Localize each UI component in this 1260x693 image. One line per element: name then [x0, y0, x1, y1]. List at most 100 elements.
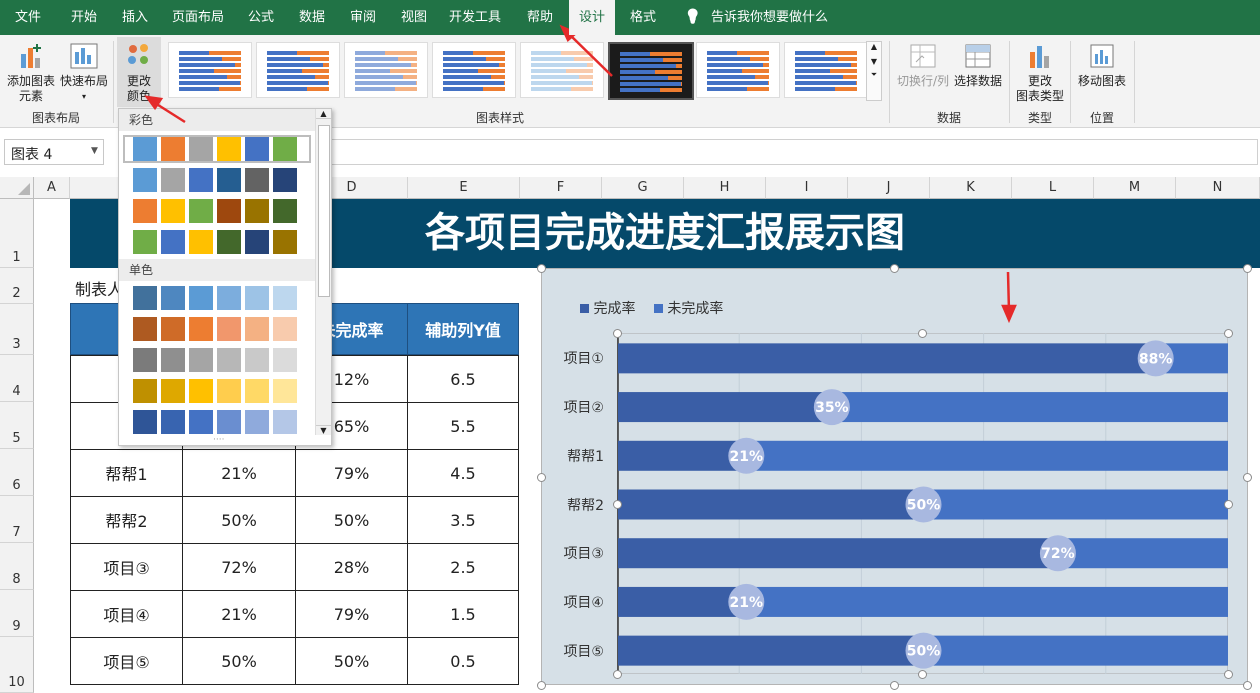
- row-header-9[interactable]: 9: [0, 590, 34, 637]
- resize-handle[interactable]: [1224, 670, 1233, 679]
- chart-style-thumbnail[interactable]: [168, 42, 252, 98]
- tell-me-search[interactable]: 告诉我你想要做什么: [711, 0, 828, 35]
- chart-legend[interactable]: 完成率 未完成率: [580, 298, 723, 318]
- resize-handle[interactable]: [1243, 681, 1252, 690]
- table-cell[interactable]: 50%: [295, 496, 408, 544]
- tab-12[interactable]: 格式: [615, 0, 671, 35]
- name-box[interactable]: 图表 4 ▼: [4, 139, 104, 165]
- chevron-down-icon[interactable]: ▼: [867, 57, 881, 66]
- column-header-K[interactable]: K: [930, 177, 1012, 199]
- row-header-4[interactable]: 4: [0, 355, 34, 402]
- color-swatch[interactable]: [217, 230, 241, 254]
- table-cell[interactable]: 项目③: [70, 543, 183, 591]
- plot-area[interactable]: 88% 35% 21% 50% 72% 21% 50%: [617, 333, 1228, 674]
- color-swatch[interactable]: [245, 348, 269, 372]
- color-swatch[interactable]: [245, 379, 269, 403]
- select-all-corner[interactable]: [0, 177, 34, 199]
- chevron-down-icon[interactable]: ▼: [316, 425, 331, 435]
- chart-style-thumbnail[interactable]: [344, 42, 428, 98]
- color-swatch[interactable]: [161, 317, 185, 341]
- row-header-3[interactable]: 3: [0, 304, 34, 355]
- table-cell[interactable]: 28%: [295, 543, 408, 591]
- tab-1[interactable]: 文件: [0, 0, 56, 35]
- column-header-H[interactable]: H: [684, 177, 766, 199]
- color-swatch[interactable]: [133, 410, 157, 434]
- color-swatch[interactable]: [133, 286, 157, 310]
- color-swatch[interactable]: [189, 168, 213, 192]
- row-header-7[interactable]: 7: [0, 496, 34, 543]
- table-cell[interactable]: 79%: [295, 590, 408, 638]
- resize-handle[interactable]: [537, 473, 546, 482]
- color-swatch[interactable]: [245, 230, 269, 254]
- select-data-button[interactable]: 选择数据: [952, 42, 1004, 89]
- color-swatch[interactable]: [161, 348, 185, 372]
- color-swatch[interactable]: [217, 410, 241, 434]
- color-swatch[interactable]: [273, 410, 297, 434]
- color-swatch[interactable]: [161, 137, 185, 161]
- chart-style-thumbnail[interactable]: [432, 42, 516, 98]
- color-swatch[interactable]: [217, 199, 241, 223]
- color-swatch[interactable]: [189, 348, 213, 372]
- resize-grip-icon[interactable]: ····: [213, 435, 224, 445]
- tab-3[interactable]: 插入: [112, 0, 158, 35]
- chevron-up-icon[interactable]: ▲: [316, 109, 331, 119]
- table-cell[interactable]: 6.5: [407, 355, 519, 403]
- tab-7[interactable]: 审阅: [340, 0, 386, 35]
- color-swatch[interactable]: [189, 137, 213, 161]
- table-cell[interactable]: 79%: [295, 449, 408, 497]
- row-header-10[interactable]: 10: [0, 637, 34, 693]
- column-header-G[interactable]: G: [602, 177, 684, 199]
- color-swatch[interactable]: [189, 410, 213, 434]
- color-swatch[interactable]: [273, 317, 297, 341]
- scrollbar-thumb[interactable]: [318, 125, 330, 297]
- table-cell[interactable]: 项目④: [70, 590, 183, 638]
- column-header-J[interactable]: J: [848, 177, 930, 199]
- color-swatch[interactable]: [189, 286, 213, 310]
- color-swatch[interactable]: [189, 317, 213, 341]
- color-swatch[interactable]: [133, 348, 157, 372]
- color-swatch[interactable]: [273, 230, 297, 254]
- color-swatch[interactable]: [245, 286, 269, 310]
- color-swatch[interactable]: [217, 168, 241, 192]
- table-cell[interactable]: 50%: [182, 637, 296, 685]
- color-swatch[interactable]: [161, 199, 185, 223]
- color-swatch[interactable]: [133, 168, 157, 192]
- chart-style-thumbnail[interactable]: [608, 42, 694, 100]
- resize-handle[interactable]: [1243, 473, 1252, 482]
- table-cell[interactable]: 帮帮2: [70, 496, 183, 544]
- table-cell[interactable]: 0.5: [407, 637, 519, 685]
- column-header-N[interactable]: N: [1176, 177, 1260, 199]
- row-header-1[interactable]: 1: [0, 199, 34, 268]
- chevron-up-icon[interactable]: ▲: [867, 42, 881, 51]
- color-swatch[interactable]: [273, 379, 297, 403]
- resize-handle[interactable]: [1224, 500, 1233, 509]
- chart-style-thumbnail[interactable]: [784, 42, 868, 98]
- table-cell[interactable]: 50%: [182, 496, 296, 544]
- resize-handle[interactable]: [1224, 329, 1233, 338]
- row-header-5[interactable]: 5: [0, 402, 34, 449]
- resize-handle[interactable]: [1243, 264, 1252, 273]
- color-swatch[interactable]: [217, 379, 241, 403]
- table-cell[interactable]: 72%: [182, 543, 296, 591]
- table-cell[interactable]: 21%: [182, 590, 296, 638]
- gallery-scroll[interactable]: ▲ ▼ ⏷: [866, 41, 882, 101]
- color-swatch[interactable]: [217, 317, 241, 341]
- row-header-8[interactable]: 8: [0, 543, 34, 590]
- tab-5[interactable]: 公式: [238, 0, 284, 35]
- color-swatch[interactable]: [245, 199, 269, 223]
- move-chart-button[interactable]: 移动图表: [1074, 42, 1130, 89]
- change-chart-type-button[interactable]: 更改 图表类型: [1013, 42, 1067, 104]
- table-cell[interactable]: 50%: [295, 637, 408, 685]
- column-header-E[interactable]: E: [408, 177, 520, 199]
- tab-6[interactable]: 数据: [284, 0, 340, 35]
- table-cell[interactable]: 帮帮1: [70, 449, 183, 497]
- tab-10[interactable]: 帮助: [514, 0, 566, 35]
- color-swatch[interactable]: [161, 410, 185, 434]
- resize-handle[interactable]: [890, 264, 899, 273]
- color-swatch[interactable]: [161, 230, 185, 254]
- quick-layout-button[interactable]: 快速布局 ▾: [58, 42, 110, 104]
- color-swatch[interactable]: [189, 379, 213, 403]
- resize-handle[interactable]: [537, 681, 546, 690]
- column-header-L[interactable]: L: [1012, 177, 1094, 199]
- color-swatch[interactable]: [161, 286, 185, 310]
